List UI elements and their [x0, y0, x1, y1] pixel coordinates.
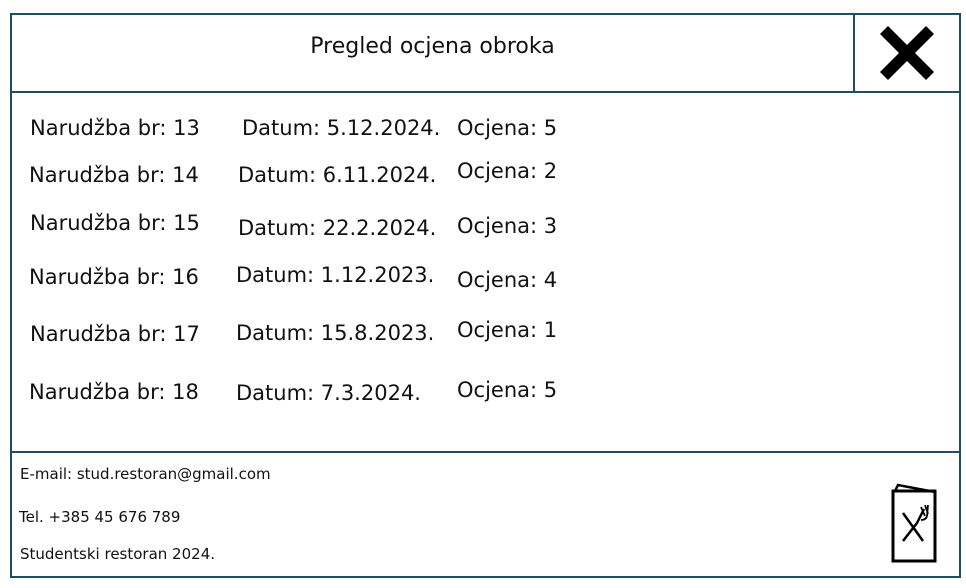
- list-item: Narudžba br: 16 Datum: 1.12.2023. Ocjena…: [12, 263, 959, 299]
- close-icon[interactable]: [874, 20, 940, 86]
- order-rating: Ocjena: 4: [457, 268, 558, 292]
- order-number: Narudžba br: 18: [29, 380, 199, 404]
- footer: E-mail: stud.restoran@gmail.com Tel. +38…: [12, 451, 959, 578]
- order-date: Datum: 7.3.2024.: [236, 381, 421, 405]
- order-date: Datum: 22.2.2024.: [238, 216, 437, 240]
- order-number: Narudžba br: 15: [30, 211, 200, 235]
- list-item: Narudžba br: 13 Datum: 5.12.2024. Ocjena…: [12, 116, 959, 150]
- order-date: Datum: 1.12.2023.: [236, 263, 435, 287]
- header-bar: Pregled ocjena obroka: [12, 15, 959, 93]
- copyright-text: Studentski restoran 2024.: [20, 545, 215, 563]
- list-item: Narudžba br: 18 Datum: 7.3.2024. Ocjena:…: [12, 378, 959, 414]
- restaurant-menu-icon: [891, 483, 937, 563]
- order-rating: Ocjena: 2: [457, 159, 558, 183]
- order-number: Narudžba br: 16: [29, 265, 199, 289]
- order-number: Narudžba br: 17: [30, 322, 200, 346]
- order-rating: Ocjena: 1: [457, 318, 558, 342]
- list-item: Narudžba br: 15 Datum: 22.2.2024. Ocjena…: [12, 211, 959, 245]
- list-item: Narudžba br: 14 Datum: 6.11.2024. Ocjena…: [12, 159, 959, 197]
- ratings-window: Pregled ocjena obroka Narudžba br: 13 Da…: [10, 13, 961, 578]
- order-date: Datum: 6.11.2024.: [238, 163, 437, 187]
- order-date: Datum: 15.8.2023.: [236, 321, 435, 345]
- ratings-list: Narudžba br: 13 Datum: 5.12.2024. Ocjena…: [12, 93, 959, 451]
- order-rating: Ocjena: 3: [457, 214, 558, 238]
- close-button[interactable]: [853, 15, 959, 91]
- order-rating: Ocjena: 5: [457, 116, 558, 140]
- page-title: Pregled ocjena obroka: [310, 34, 555, 59]
- order-number: Narudžba br: 13: [30, 116, 200, 140]
- order-rating: Ocjena: 5: [457, 378, 558, 402]
- contact-email: E-mail: stud.restoran@gmail.com: [20, 465, 271, 483]
- contact-phone: Tel. +385 45 676 789: [19, 508, 181, 526]
- order-date: Datum: 5.12.2024.: [242, 116, 441, 140]
- order-number: Narudžba br: 14: [29, 163, 199, 187]
- list-item: Narudžba br: 17 Datum: 15.8.2023. Ocjena…: [12, 318, 959, 356]
